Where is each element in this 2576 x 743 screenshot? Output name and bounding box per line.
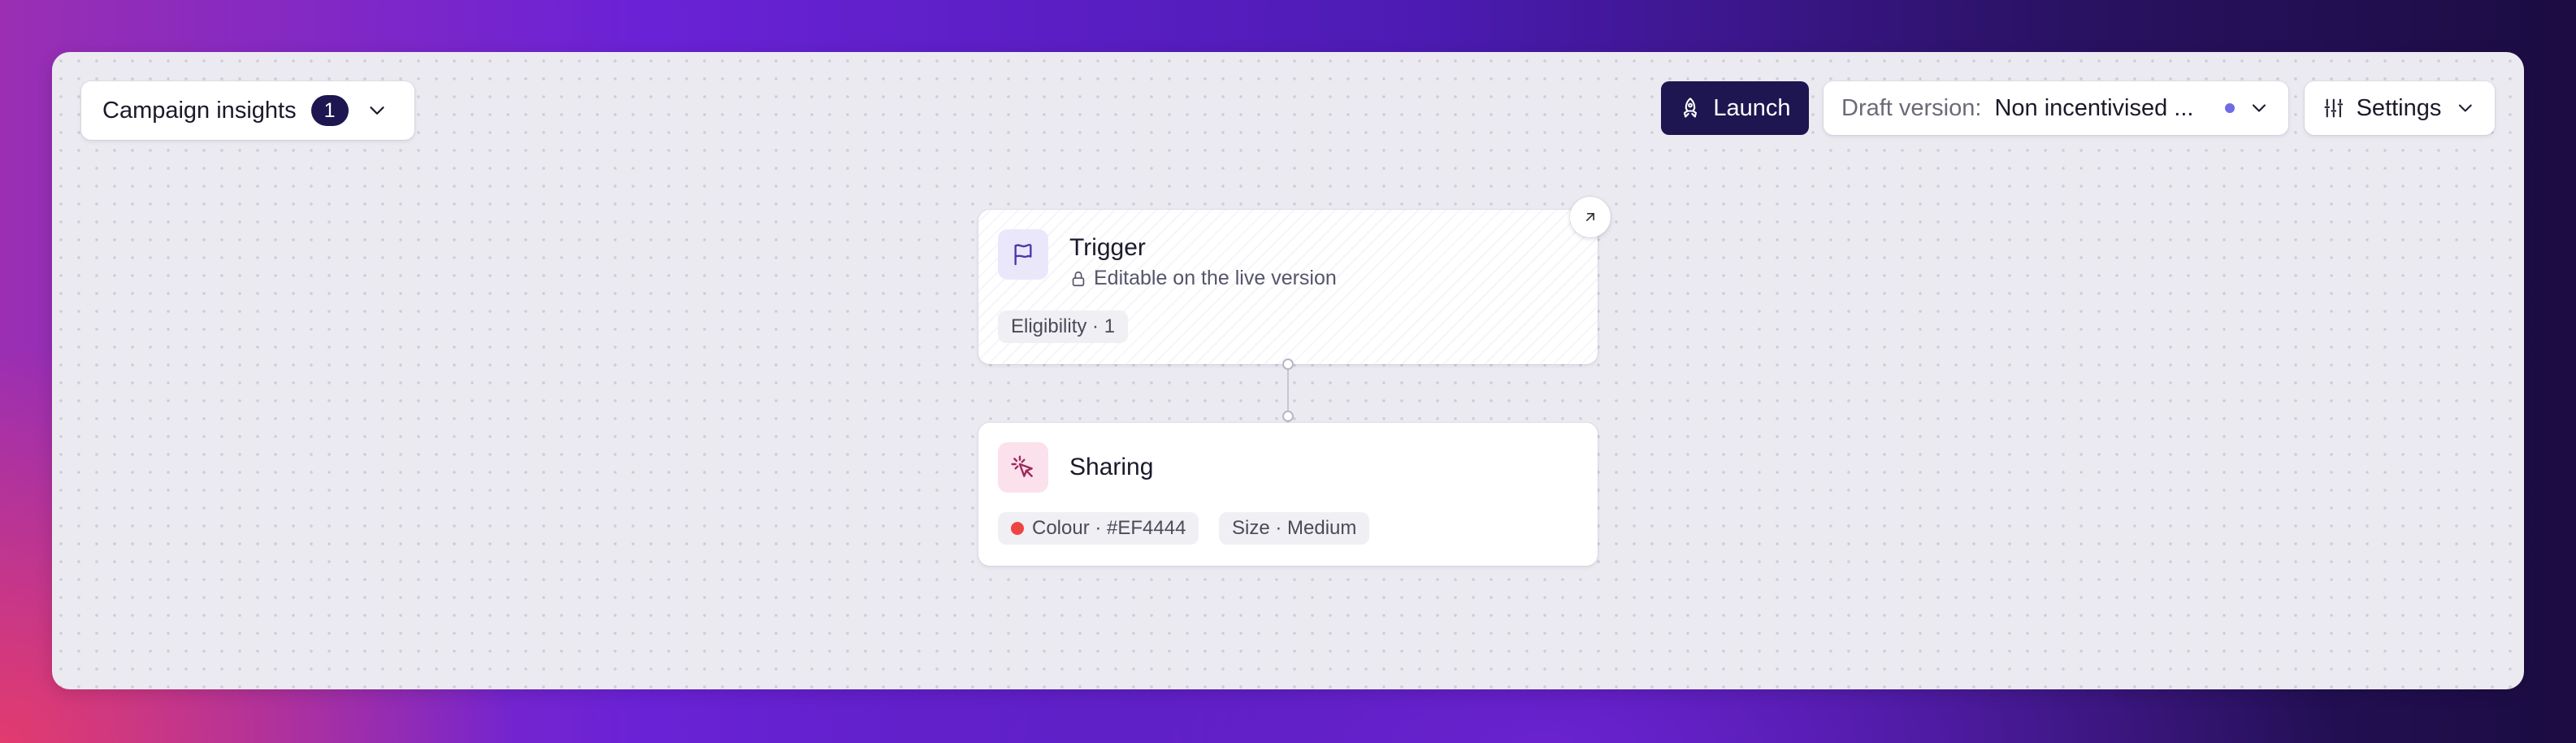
draft-version-value: Non incentivised ...: [1994, 94, 2194, 121]
campaign-insights-dropdown[interactable]: Campaign insights 1: [81, 81, 414, 140]
pointer-click-icon: [998, 442, 1048, 493]
arrow-up-right-icon: [1586, 213, 1594, 221]
connector-port-top[interactable]: [1282, 358, 1294, 370]
launch-label: Launch: [1713, 94, 1791, 121]
colour-swatch: [1011, 522, 1024, 535]
trigger-subtitle-text: Editable on the live version: [1094, 267, 1337, 289]
sharing-node[interactable]: Sharing Colour · #EF4444 Size · Medium: [978, 423, 1598, 566]
chevron-down-icon: [2252, 104, 2266, 112]
flag-icon: [998, 229, 1048, 280]
rocket-icon: [1684, 98, 1698, 118]
connector-port-bottom[interactable]: [1282, 411, 1294, 422]
settings-label: Settings: [2356, 94, 2442, 121]
trigger-title: Trigger: [1069, 234, 1146, 261]
trigger-node[interactable]: Trigger Editable on the live version Eli…: [978, 210, 1598, 364]
draft-status-dot: [2225, 103, 2236, 113]
sliders-icon: [2324, 98, 2344, 118]
sharing-title: Sharing: [1069, 454, 1154, 480]
colour-tag[interactable]: Colour · #EF4444: [998, 512, 1199, 545]
open-node-button[interactable]: [1570, 197, 1611, 237]
size-tag[interactable]: Size · Medium: [1219, 512, 1370, 545]
chevron-down-icon: [2459, 104, 2473, 112]
draft-version-select[interactable]: Draft version: Non incentivised ...: [1824, 81, 2288, 135]
settings-dropdown[interactable]: Settings: [2305, 81, 2495, 135]
eligibility-tag[interactable]: Eligibility · 1: [998, 311, 1129, 343]
colour-tag-label: Colour · #EF4444: [1032, 517, 1186, 539]
draft-version-label: Draft version:: [1841, 94, 1982, 121]
insights-count-badge: 1: [310, 95, 349, 126]
campaign-insights-label: Campaign insights: [102, 97, 297, 124]
launch-button[interactable]: Launch: [1661, 81, 1809, 135]
lock-icon: [1072, 271, 1085, 286]
chevron-down-icon: [369, 106, 384, 115]
trigger-subtitle: Editable on the live version: [1069, 267, 1337, 290]
workflow-canvas[interactable]: Campaign insights 1 Launch Draft version…: [52, 52, 2524, 689]
